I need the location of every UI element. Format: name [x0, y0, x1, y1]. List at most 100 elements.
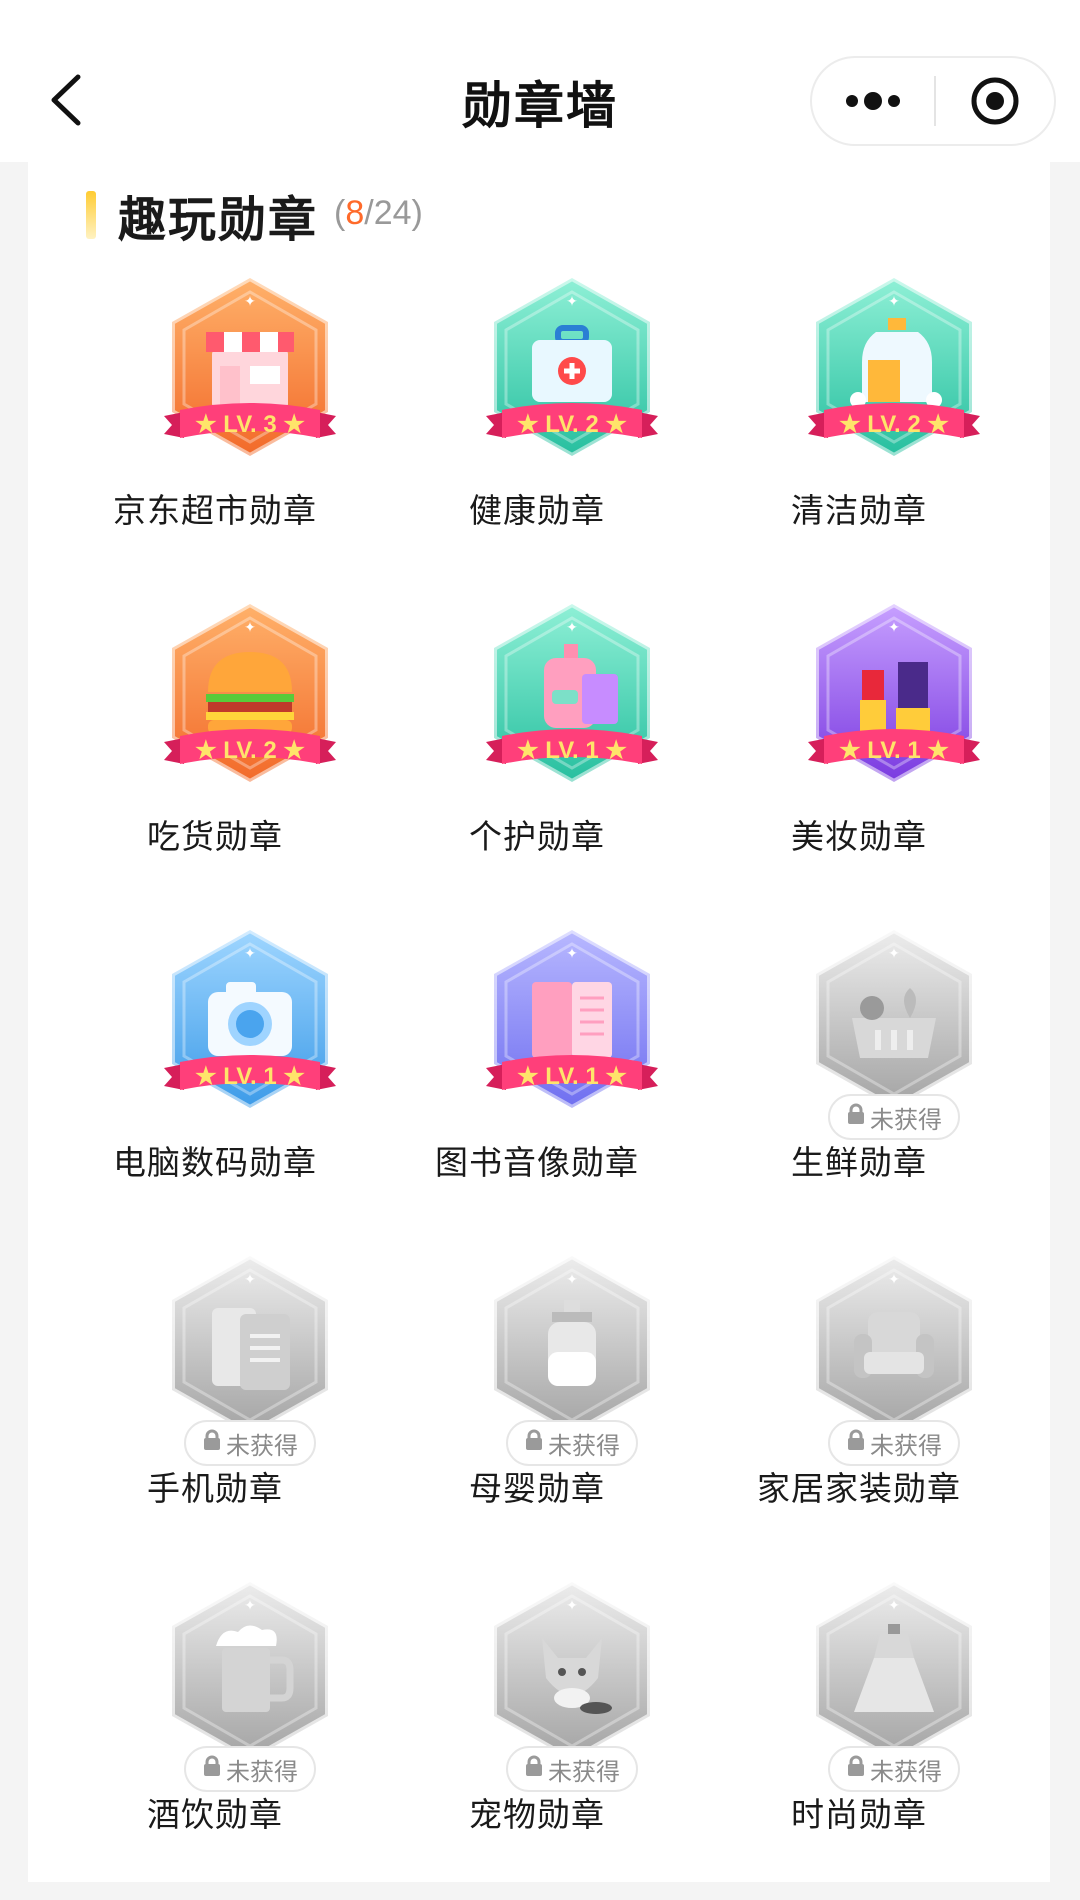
svg-text:★ LV. 3 ★: ★ LV. 3 ★ — [195, 411, 305, 438]
phones-icon: ✦ — [169, 1252, 331, 1438]
close-button[interactable] — [936, 58, 1054, 144]
svg-text:✦: ✦ — [888, 945, 900, 961]
mini-program-capsule — [810, 56, 1056, 146]
badge-name: 清洁勋章 — [791, 492, 927, 529]
locked-label: 未获得 — [548, 1758, 620, 1786]
lipstick-icon: ✦ ★ LV. 1 ★ — [808, 600, 980, 786]
badge-item[interactable]: ✦ 未获得母婴勋章 — [376, 1248, 698, 1574]
locked-label: 未获得 — [870, 1106, 942, 1134]
section-accent-bar — [86, 191, 96, 239]
svg-text:★ LV. 2 ★: ★ LV. 2 ★ — [195, 737, 305, 764]
nav-bar: 勋章墙 — [0, 0, 1080, 162]
badge-name: 个护勋章 — [469, 818, 605, 855]
locked-status-pill: 未获得 — [184, 1420, 316, 1466]
badge-item[interactable]: ✦ ★ LV. 2 ★ 清洁勋章 — [698, 270, 1020, 596]
baby-bottle-icon: ✦ — [491, 1252, 653, 1438]
badge-name: 宠物勋章 — [469, 1796, 605, 1833]
armchair-icon: ✦ — [813, 1252, 975, 1438]
more-dots-icon — [846, 92, 900, 110]
badge-name: 美妆勋章 — [791, 818, 927, 855]
storefront-icon: ✦ ★ LV. 3 ★ — [164, 274, 336, 460]
produce-basket-icon: ✦ — [813, 926, 975, 1112]
svg-text:★ LV. 1 ★: ★ LV. 1 ★ — [517, 737, 627, 764]
svg-text:★ LV. 1 ★: ★ LV. 1 ★ — [195, 1063, 305, 1090]
svg-text:✦: ✦ — [244, 1597, 256, 1613]
locked-label: 未获得 — [870, 1758, 942, 1786]
locked-label: 未获得 — [226, 1432, 298, 1460]
svg-text:✦: ✦ — [566, 1271, 578, 1287]
locked-status-pill: 未获得 — [828, 1420, 960, 1466]
first-aid-kit-icon: ✦ ★ LV. 2 ★ — [486, 274, 658, 460]
locked-label: 未获得 — [548, 1432, 620, 1460]
svg-text:★ LV. 1 ★: ★ LV. 1 ★ — [839, 737, 949, 764]
lock-icon — [846, 1755, 866, 1784]
locked-status-pill: 未获得 — [506, 1746, 638, 1792]
locked-status-pill: 未获得 — [828, 1746, 960, 1792]
lock-icon — [846, 1429, 866, 1458]
badge-wall-card: 趣玩勋章 (8/24) ✦ ★ LV. 3 ★ 京东超市勋章 ✦ ★ LV. 2 … — [28, 162, 1050, 1882]
locked-status-pill: 未获得 — [184, 1746, 316, 1792]
badge-name: 手机勋章 — [147, 1470, 283, 1507]
count-close-paren: ) — [411, 193, 423, 232]
locked-status-pill: 未获得 — [828, 1094, 960, 1140]
svg-text:✦: ✦ — [888, 1271, 900, 1287]
badge-item[interactable]: ✦ ★ LV. 2 ★ 健康勋章 — [376, 270, 698, 596]
svg-text:✦: ✦ — [244, 945, 256, 961]
badge-item[interactable]: ✦ ★ LV. 1 ★ 个护勋章 — [376, 596, 698, 922]
svg-text:★ LV. 2 ★: ★ LV. 2 ★ — [517, 411, 627, 438]
badge-item[interactable]: ✦ ★ LV. 2 ★ 吃货勋章 — [54, 596, 376, 922]
lock-icon — [524, 1755, 544, 1784]
locked-status-pill: 未获得 — [506, 1420, 638, 1466]
badge-name: 时尚勋章 — [791, 1796, 927, 1833]
lock-icon — [846, 1103, 866, 1132]
badge-name: 家居家装勋章 — [757, 1470, 961, 1507]
badge-name: 吃货勋章 — [147, 818, 283, 855]
svg-text:✦: ✦ — [566, 945, 578, 961]
svg-text:✦: ✦ — [888, 293, 900, 309]
badge-item[interactable]: ✦ ★ LV. 3 ★ 京东超市勋章 — [54, 270, 376, 596]
svg-text:✦: ✦ — [888, 619, 900, 635]
badge-name: 母婴勋章 — [469, 1470, 605, 1507]
badge-item[interactable]: ✦ 未获得生鲜勋章 — [698, 922, 1020, 1248]
badge-item[interactable]: ✦ 未获得酒饮勋章 — [54, 1574, 376, 1900]
badge-name: 生鲜勋章 — [791, 1144, 927, 1181]
badge-count-obtained: 8 — [345, 193, 365, 232]
badge-name: 健康勋章 — [469, 492, 605, 529]
badge-item[interactable]: ✦ 未获得手机勋章 — [54, 1248, 376, 1574]
section-header: 趣玩勋章 (8/24) — [86, 180, 423, 250]
badge-item[interactable]: ✦ 未获得时尚勋章 — [698, 1574, 1020, 1900]
count-open-paren: ( — [334, 193, 346, 232]
lock-icon — [524, 1429, 544, 1458]
svg-text:✦: ✦ — [888, 1597, 900, 1613]
badge-grid: ✦ ★ LV. 3 ★ 京东超市勋章 ✦ ★ LV. 2 ★ 健康勋章 ✦ ★ LV… — [28, 270, 1050, 1900]
badge-item[interactable]: ✦ 未获得家居家装勋章 — [698, 1248, 1020, 1574]
target-close-icon — [971, 77, 1019, 125]
badge-item[interactable]: ✦ ★ LV. 1 ★ 电脑数码勋章 — [54, 922, 376, 1248]
lotion-bottle-icon: ✦ ★ LV. 1 ★ — [486, 600, 658, 786]
locked-label: 未获得 — [226, 1758, 298, 1786]
badge-item[interactable]: ✦ 未获得宠物勋章 — [376, 1574, 698, 1900]
svg-text:★ LV. 1 ★: ★ LV. 1 ★ — [517, 1063, 627, 1090]
open-book-icon: ✦ ★ LV. 1 ★ — [486, 926, 658, 1112]
svg-text:✦: ✦ — [244, 293, 256, 309]
badge-count: (8/24) — [334, 194, 423, 233]
section-title: 趣玩勋章 — [118, 194, 319, 247]
badge-item[interactable]: ✦ ★ LV. 1 ★ 图书音像勋章 — [376, 922, 698, 1248]
locked-label: 未获得 — [870, 1432, 942, 1460]
svg-text:✦: ✦ — [566, 1597, 578, 1613]
lock-icon — [202, 1429, 222, 1458]
badge-item[interactable]: ✦ ★ LV. 1 ★ 美妆勋章 — [698, 596, 1020, 922]
badge-count-total: /24 — [364, 193, 412, 232]
badge-name: 京东超市勋章 — [113, 492, 317, 529]
more-button[interactable] — [812, 58, 934, 144]
badge-name: 酒饮勋章 — [147, 1796, 283, 1833]
lock-icon — [202, 1755, 222, 1784]
dress-icon: ✦ — [813, 1578, 975, 1764]
corgi-dog-icon: ✦ — [491, 1578, 653, 1764]
burger-icon: ✦ ★ LV. 2 ★ — [164, 600, 336, 786]
camera-icon: ✦ ★ LV. 1 ★ — [164, 926, 336, 1112]
svg-text:✦: ✦ — [566, 293, 578, 309]
badge-name: 电脑数码勋章 — [113, 1144, 317, 1181]
svg-text:✦: ✦ — [244, 619, 256, 635]
detergent-bottle-icon: ✦ ★ LV. 2 ★ — [808, 274, 980, 460]
